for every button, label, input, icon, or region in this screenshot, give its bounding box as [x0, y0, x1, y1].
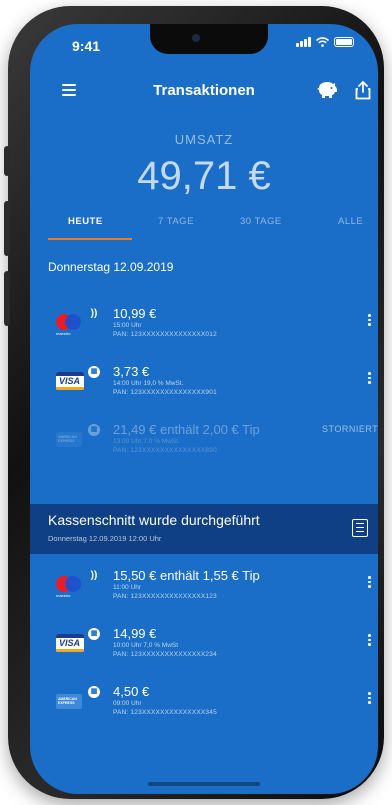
- chip-icon: ▦: [88, 424, 100, 436]
- tab-alle[interactable]: ALLE: [338, 216, 363, 227]
- transaction-time: 15:00 Uhr: [113, 322, 142, 329]
- transaction-row[interactable]: AMERICAN EXPRESS ▦ 4,50 € 09:00 Uhr PAN:…: [30, 680, 378, 730]
- app-screen: 9:41 Transaktionen UMSATZ 49,71 € HEUTE …: [30, 24, 378, 794]
- transaction-pan: PAN: 123XXXXXXXXXXXXXX345: [113, 709, 217, 716]
- transaction-row-storniert[interactable]: AMERICAN EXPRESS ▦ 21,49 € enthält 2,00 …: [30, 418, 378, 468]
- transaction-amount: 10,99 €: [113, 306, 157, 321]
- mastercard-icon: maestro: [56, 574, 86, 598]
- transaction-row[interactable]: VISA ▦ 3,73 € 14:00 Uhr 19,0 % MwSt. PAN…: [30, 360, 378, 410]
- contactless-icon: )): [90, 570, 98, 581]
- transaction-pan: PAN: 123XXXXXXXXXXXXXX012: [113, 331, 217, 338]
- phone-frame: 9:41 Transaktionen UMSATZ 49,71 € HEUTE …: [4, 6, 384, 799]
- active-tab-indicator: [48, 238, 132, 240]
- visa-card-icon: VISA: [56, 370, 86, 392]
- transaction-time: 14:00 Uhr 19,0 % MwSt.: [113, 380, 184, 387]
- tab-heute[interactable]: HEUTE: [68, 216, 103, 227]
- status-icons: [296, 37, 354, 47]
- chip-icon: ▦: [88, 686, 100, 698]
- visa-card-icon: VISA: [56, 632, 86, 654]
- transaction-amount: 15,50 € enthält 1,55 € Tip: [113, 568, 260, 583]
- tab-30-tage[interactable]: 30 TAGE: [240, 216, 282, 227]
- piggy-bank-icon[interactable]: [316, 80, 338, 100]
- home-indicator[interactable]: [148, 782, 260, 786]
- tab-7-tage[interactable]: 7 TAGE: [158, 216, 194, 227]
- storniert-badge: STORNIERT: [322, 424, 378, 434]
- transaction-time: 11:00 Uhr: [113, 584, 142, 591]
- transaction-row[interactable]: maestro )) 10,99 € 15:00 Uhr PAN: 123XXX…: [30, 302, 378, 352]
- more-icon[interactable]: [368, 372, 372, 384]
- transaction-amount: 3,73 €: [113, 364, 150, 379]
- kassenschnitt-date: Donnerstag 12.09.2019 12:00 Uhr: [48, 534, 162, 543]
- transaction-row[interactable]: maestro )) 15,50 € enthält 1,55 € Tip 11…: [30, 564, 378, 614]
- contactless-icon: )): [90, 308, 98, 319]
- more-icon[interactable]: [368, 692, 372, 704]
- transaction-time: 13:00 Uhr 7,0 % MwSt.: [113, 438, 180, 445]
- transaction-pan: PAN: 123XXXXXXXXXXXXXX901: [113, 389, 217, 396]
- kassenschnitt-title: Kassenschnitt wurde durchgeführt: [48, 512, 260, 528]
- amex-card-icon: AMERICAN EXPRESS: [56, 428, 86, 450]
- transaction-amount: 14,99 €: [113, 626, 157, 641]
- umsatz-label: UMSATZ: [174, 132, 234, 147]
- umsatz-value: 49,71 €: [137, 154, 271, 198]
- transaction-time: 09:00 Uhr: [113, 700, 142, 707]
- transaction-pan: PAN: 123XXXXXXXXXXXXXX123: [113, 593, 217, 600]
- mute-switch: [4, 146, 10, 176]
- signal-icon: [296, 37, 311, 47]
- kassenschnitt-banner[interactable]: Kassenschnitt wurde durchgeführt Donners…: [30, 504, 378, 554]
- nav-bar: Transaktionen: [30, 76, 378, 110]
- more-icon[interactable]: [368, 576, 372, 588]
- section-date: Donnerstag 12.09.2019: [48, 260, 174, 274]
- transaction-row[interactable]: VISA ▦ 14,99 € 10:00 Uhr 7,0 % MwSt PAN:…: [30, 622, 378, 672]
- status-time: 9:41: [72, 38, 101, 54]
- volume-down-button: [4, 271, 10, 326]
- mastercard-icon: maestro: [56, 312, 86, 336]
- wifi-icon: [316, 37, 329, 47]
- transaction-amount: 4,50 €: [113, 684, 150, 699]
- chip-icon: ▦: [88, 366, 100, 378]
- more-icon[interactable]: [368, 314, 372, 326]
- volume-up-button: [4, 201, 10, 256]
- notch: [150, 24, 268, 54]
- battery-icon: [334, 37, 354, 47]
- transaction-amount: 21,49 € enthält 2,00 € Tip: [113, 422, 260, 437]
- receipt-icon[interactable]: [352, 519, 368, 537]
- transaction-time: 10:00 Uhr 7,0 % MwSt: [113, 642, 179, 649]
- share-icon[interactable]: [355, 80, 371, 100]
- transaction-pan: PAN: 123XXXXXXXXXXXXXX890: [113, 447, 217, 454]
- more-icon[interactable]: [368, 634, 372, 646]
- transaction-pan: PAN: 123XXXXXXXXXXXXXX234: [113, 651, 217, 658]
- chip-icon: ▦: [88, 628, 100, 640]
- camera-icon: [192, 34, 200, 42]
- amex-card-icon: AMERICAN EXPRESS: [56, 690, 86, 712]
